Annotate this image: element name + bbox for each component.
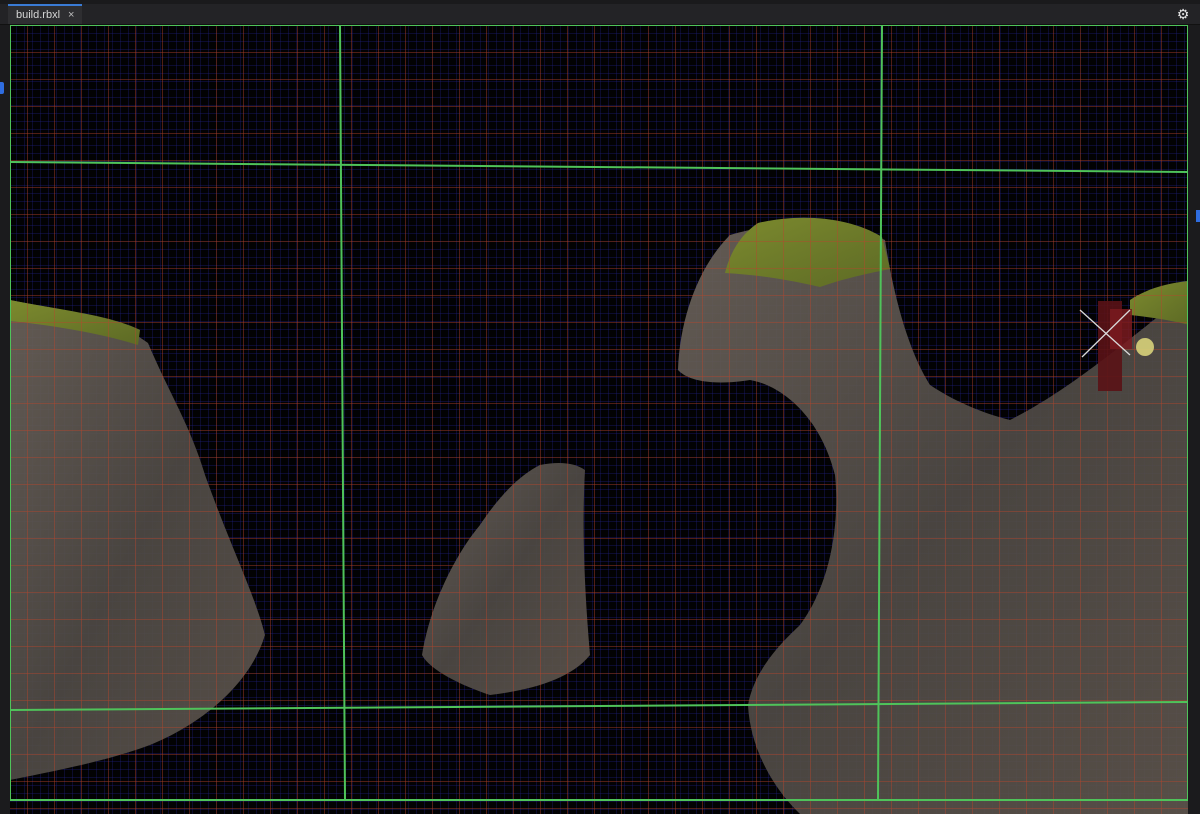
- left-panel-handle[interactable]: [0, 82, 4, 94]
- mid-grid: [10, 25, 1188, 814]
- tab-build-rbxl[interactable]: build.rbxl ×: [8, 4, 83, 24]
- right-panel-handle[interactable]: [1196, 210, 1200, 222]
- document-tab-bar: build.rbxl × ⚙: [0, 4, 1200, 25]
- viewport-scene: [9, 25, 1190, 814]
- gear-icon[interactable]: ⚙: [1176, 7, 1190, 21]
- close-icon[interactable]: ×: [68, 9, 74, 21]
- tab-title: build.rbxl: [16, 9, 61, 21]
- left-panel-edge: [0, 25, 10, 814]
- viewport-3d[interactable]: [0, 25, 1200, 814]
- right-panel-edge: [1188, 25, 1200, 814]
